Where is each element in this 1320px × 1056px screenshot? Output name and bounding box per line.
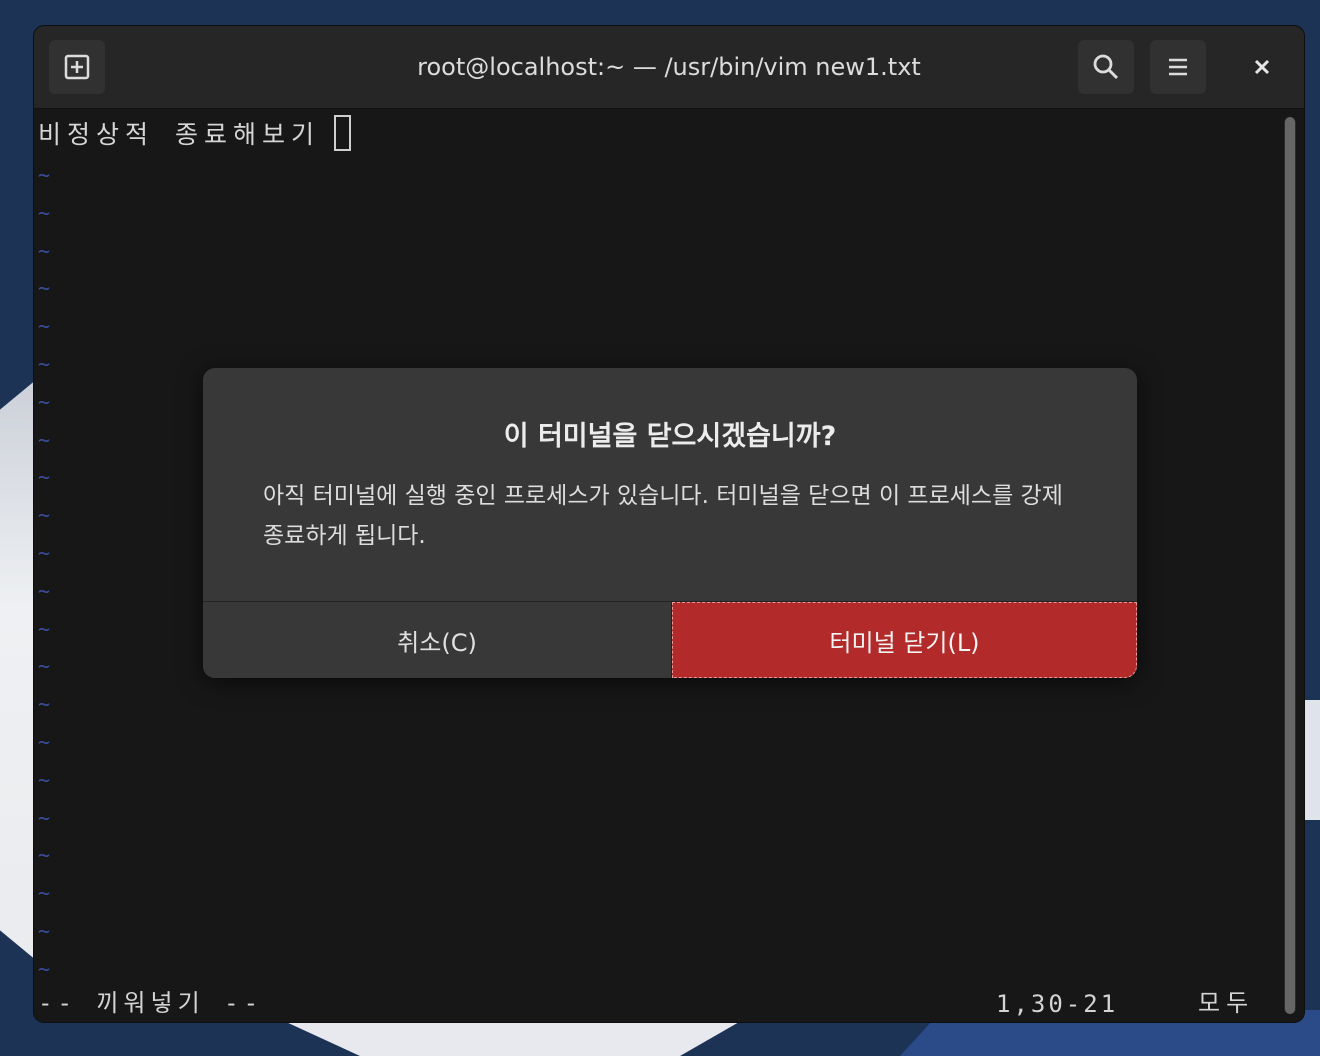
scroll-indicator: 모두 <box>1198 989 1255 1017</box>
tilde-marker: ~ <box>38 918 51 943</box>
dialog-button-row: 취소(C) 터미널 닫기(L) <box>203 601 1137 678</box>
tilde-marker: ~ <box>38 540 51 565</box>
search-icon <box>1093 54 1119 80</box>
tilde-marker: ~ <box>38 389 51 414</box>
tilde-marker: ~ <box>38 200 51 225</box>
search-button[interactable] <box>1078 40 1134 94</box>
dialog-title: 이 터미널을 닫으시겠습니까? <box>503 421 837 452</box>
tilde-marker: ~ <box>38 616 51 641</box>
editor-line: 비정상적 종료해보기 <box>38 115 352 151</box>
tilde-marker: ~ <box>38 163 51 187</box>
close-icon <box>1254 59 1270 75</box>
tilde-marker: ~ <box>38 729 51 754</box>
tilde-marker: ~ <box>38 692 51 717</box>
tilde-marker: ~ <box>38 238 51 263</box>
tilde-marker: ~ <box>38 465 51 490</box>
text-cursor <box>334 115 352 151</box>
close-terminal-button[interactable]: 터미널 닫기(L) <box>672 602 1137 678</box>
close-terminal-dialog: 이 터미널을 닫으시겠습니까? 아직 터미널에 실행 중인 프로세스가 있습니다… <box>203 368 1137 678</box>
vim-mode-indicator: -- 끼워넣기 -- <box>38 989 264 1017</box>
window-close-button[interactable] <box>1234 40 1290 94</box>
tilde-marker: ~ <box>38 767 51 792</box>
tilde-marker: ~ <box>38 427 51 452</box>
new-tab-icon <box>64 54 90 80</box>
tilde-marker: ~ <box>38 503 51 528</box>
empty-line-markers: ~ ~ ~ ~ ~ ~ ~ ~ ~ ~ ~ ~ ~ ~ ~ ~ ~ ~ ~ ~ … <box>38 157 50 989</box>
editor-line-text: 비정상적 종료해보기 <box>38 120 321 149</box>
tilde-marker: ~ <box>38 805 51 830</box>
cancel-button[interactable]: 취소(C) <box>203 602 672 678</box>
dialog-message: 아직 터미널에 실행 중인 프로세스가 있습니다. 터미널을 닫으면 이 프로세… <box>263 483 1063 549</box>
tilde-marker: ~ <box>38 276 51 301</box>
cursor-position: 1,30-21 <box>996 990 1119 1018</box>
tilde-marker: ~ <box>38 578 51 603</box>
scrollbar[interactable] <box>1284 117 1296 1014</box>
tilde-marker: ~ <box>38 351 51 376</box>
menu-button[interactable] <box>1150 40 1206 94</box>
headerbar: root@localhost:~ — /usr/bin/vim new1.txt <box>34 26 1304 109</box>
hamburger-menu-icon <box>1169 58 1187 76</box>
new-tab-button[interactable] <box>49 40 105 94</box>
tilde-marker: ~ <box>38 843 51 868</box>
tilde-marker: ~ <box>38 314 51 339</box>
tilde-marker: ~ <box>38 654 51 679</box>
window-title: root@localhost:~ — /usr/bin/vim new1.txt <box>417 53 921 81</box>
scrollbar-thumb[interactable] <box>1285 117 1295 1014</box>
tilde-marker: ~ <box>38 881 51 906</box>
